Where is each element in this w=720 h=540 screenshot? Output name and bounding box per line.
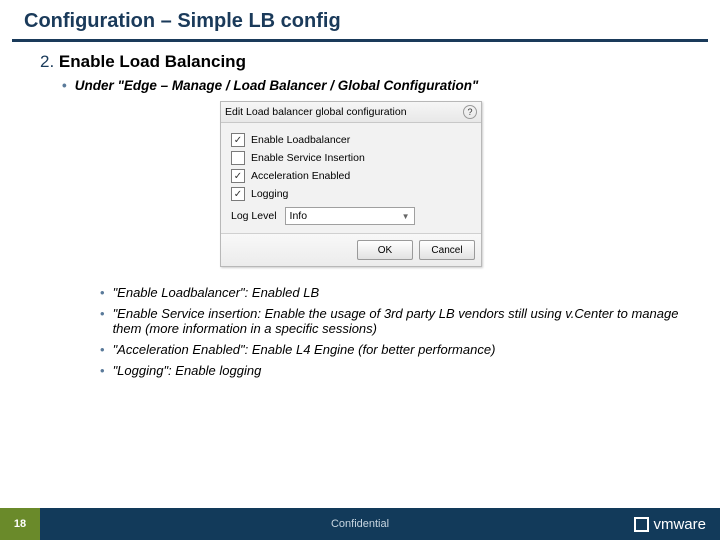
page-number: 18 bbox=[0, 508, 40, 540]
chevron-down-icon: ▼ bbox=[402, 212, 410, 221]
lb-config-dialog: Edit Load balancer global configuration … bbox=[220, 101, 482, 267]
checkbox-row: ✓ Logging bbox=[231, 187, 471, 201]
checkbox-label: Logging bbox=[251, 188, 288, 200]
sub-bullet-text: "Enable Loadbalancer": Enabled LB bbox=[113, 285, 320, 300]
sub-bullet: • "Enable Loadbalancer": Enabled LB bbox=[100, 285, 680, 300]
step-heading: 2. Enable Load Balancing bbox=[40, 52, 680, 72]
checkbox-row: Enable Service Insertion bbox=[231, 151, 471, 165]
path-bullet: • Under "Edge – Manage / Load Balancer /… bbox=[62, 78, 680, 93]
sub-bullet: • "Logging": Enable logging bbox=[100, 363, 680, 378]
sub-bullet-text: "Acceleration Enabled": Enable L4 Engine… bbox=[113, 342, 496, 357]
slide-title: Configuration – Simple LB config bbox=[0, 0, 720, 39]
checkbox-label: Enable Loadbalancer bbox=[251, 134, 350, 146]
log-level-value: Info bbox=[290, 210, 308, 222]
log-level-dropdown[interactable]: Info ▼ bbox=[285, 207, 415, 225]
step-title: Enable Load Balancing bbox=[59, 52, 246, 71]
help-icon[interactable]: ? bbox=[463, 105, 477, 119]
bullet-dot: • bbox=[100, 342, 105, 357]
checkbox-row: ✓ Enable Loadbalancer bbox=[231, 133, 471, 147]
cancel-button[interactable]: Cancel bbox=[419, 240, 475, 260]
log-level-label: Log Level bbox=[231, 210, 277, 222]
checkbox-row: ✓ Acceleration Enabled bbox=[231, 169, 471, 183]
step-number: 2. bbox=[40, 52, 54, 71]
dialog-titlebar: Edit Load balancer global configuration … bbox=[221, 102, 481, 123]
sub-bullet-text: "Logging": Enable logging bbox=[113, 363, 262, 378]
bullet-dot: • bbox=[100, 306, 105, 321]
sub-bullet: • "Acceleration Enabled": Enable L4 Engi… bbox=[100, 342, 680, 357]
logo-text: vmware bbox=[653, 516, 706, 533]
acceleration-enabled-checkbox[interactable]: ✓ bbox=[231, 169, 245, 183]
enable-loadbalancer-checkbox[interactable]: ✓ bbox=[231, 133, 245, 147]
checkbox-label: Acceleration Enabled bbox=[251, 170, 350, 182]
ok-button[interactable]: OK bbox=[357, 240, 413, 260]
checkbox-label: Enable Service Insertion bbox=[251, 152, 365, 164]
bullet-dot: • bbox=[62, 78, 67, 93]
logging-checkbox[interactable]: ✓ bbox=[231, 187, 245, 201]
logo-box-icon bbox=[634, 517, 649, 532]
footer: 18 Confidential vmware bbox=[0, 508, 720, 540]
path-text: Under "Edge – Manage / Load Balancer / G… bbox=[75, 78, 479, 93]
enable-service-insertion-checkbox[interactable] bbox=[231, 151, 245, 165]
vmware-logo: vmware bbox=[634, 516, 706, 533]
sub-bullet: • "Enable Service insertion: Enable the … bbox=[100, 306, 680, 336]
bullet-dot: • bbox=[100, 363, 105, 378]
confidential-label: Confidential bbox=[331, 518, 389, 530]
log-level-row: Log Level Info ▼ bbox=[231, 207, 471, 225]
bullet-dot: • bbox=[100, 285, 105, 300]
dialog-title-text: Edit Load balancer global configuration bbox=[225, 106, 407, 118]
title-divider bbox=[12, 39, 708, 42]
sub-bullet-text: "Enable Service insertion: Enable the us… bbox=[113, 306, 680, 336]
